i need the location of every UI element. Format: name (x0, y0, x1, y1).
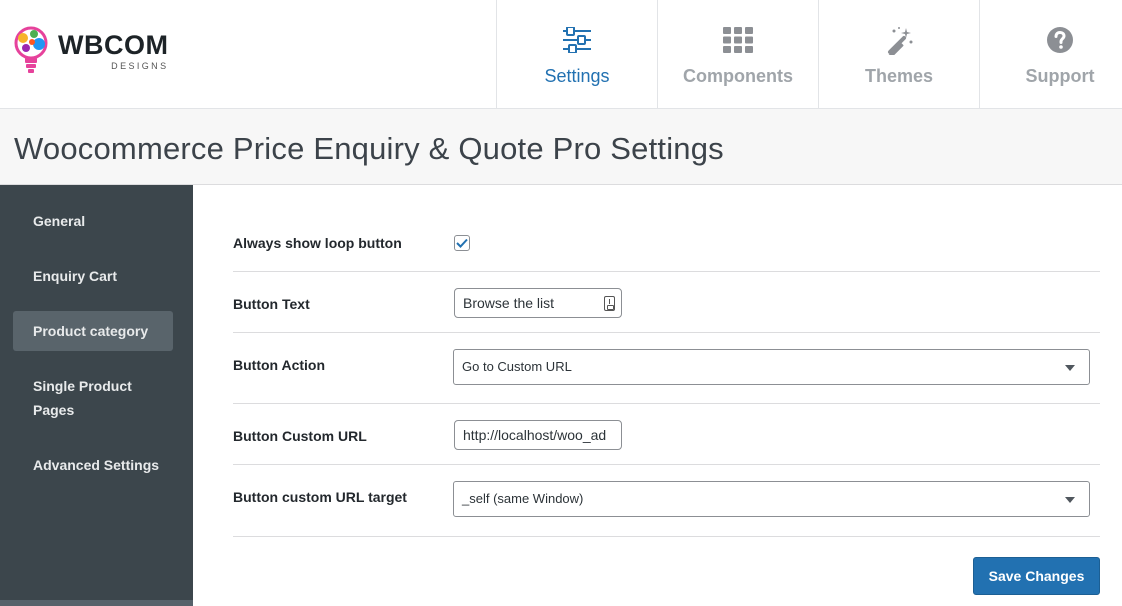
sidebar-item-advanced-settings[interactable]: Advanced Settings (13, 453, 173, 477)
setting-row-button-action: Button Action Go to Custom URL (233, 333, 1100, 404)
sidebar-item-label: Advanced Settings (33, 457, 160, 473)
page-title: Woocommerce Price Enquiry & Quote Pro Se… (14, 131, 724, 166)
button-action-value: Go to Custom URL (462, 359, 572, 374)
settings-panel: Always show loop button Button Text Brow… (193, 185, 1122, 606)
sidebar-scrollbar[interactable] (0, 600, 193, 606)
tab-support[interactable]: Support (979, 0, 1122, 108)
top-header: WBCOM DESIGNS Settings Components Themes… (0, 0, 1122, 109)
tab-support-label: Support (1025, 66, 1095, 86)
sidebar-item-enquiry-cart[interactable]: Enquiry Cart (13, 264, 173, 288)
tab-themes[interactable]: Themes (818, 0, 979, 108)
setting-row-button-text: Button Text Browse the list (233, 272, 1100, 333)
sidebar-item-single-product-pages[interactable]: Single Product Pages (13, 374, 173, 422)
always-show-loop-checkbox[interactable] (454, 235, 470, 251)
sidebar-item-product-category[interactable]: Product category (13, 311, 173, 351)
brand-logo[interactable]: WBCOM DESIGNS (12, 25, 168, 77)
setting-row-always-show-loop: Always show loop button (233, 215, 1100, 272)
brand-name: WBCOM (58, 29, 169, 60)
button-action-select[interactable]: Go to Custom URL (453, 349, 1090, 385)
tab-settings[interactable]: Settings (496, 0, 657, 108)
tab-components-label: Components (683, 66, 793, 86)
title-band: Woocommerce Price Enquiry & Quote Pro Se… (0, 109, 1122, 185)
top-nav: Settings Components Themes Support (496, 0, 1122, 109)
sidebar-item-label: General (33, 213, 86, 229)
field-label: Always show loop button (233, 235, 402, 251)
save-changes-button[interactable]: Save Changes (973, 557, 1100, 595)
magic-wand-icon (883, 24, 915, 56)
button-text-value: Browse the list (463, 295, 555, 311)
sliders-icon (561, 24, 593, 56)
setting-row-button-url-target: Button custom URL target _self (same Win… (233, 465, 1100, 537)
field-label: Button Text (233, 296, 310, 312)
autofill-key-icon[interactable] (604, 296, 615, 311)
question-circle-icon (1044, 24, 1076, 56)
lightbulb-logo-icon (12, 25, 50, 77)
chevron-down-icon (1065, 365, 1075, 371)
button-custom-url-value: http://localhost/woo_ad (463, 427, 607, 443)
sidebar-item-label: Enquiry Cart (33, 268, 118, 284)
field-label: Button Action (233, 357, 326, 373)
brand-tagline: DESIGNS (111, 60, 169, 71)
tab-components[interactable]: Components (657, 0, 818, 108)
checkmark-icon (456, 238, 468, 248)
button-text-input[interactable]: Browse the list (454, 288, 622, 318)
button-url-target-select[interactable]: _self (same Window) (453, 481, 1090, 517)
sidebar-item-label: Product category (33, 323, 149, 339)
tab-settings-label: Settings (544, 66, 610, 86)
chevron-down-icon (1065, 497, 1075, 503)
sidebar-item-label: Single Product Pages (33, 378, 132, 418)
grid-icon (722, 24, 754, 56)
button-custom-url-input[interactable]: http://localhost/woo_ad (454, 420, 622, 450)
sidebar-item-general[interactable]: General (13, 209, 173, 233)
settings-sidebar: General Enquiry Cart Product category Si… (0, 185, 193, 606)
field-label: Button Custom URL (233, 428, 367, 444)
field-label: Button custom URL target (233, 489, 407, 505)
tab-themes-label: Themes (864, 66, 934, 86)
setting-row-button-custom-url: Button Custom URL http://localhost/woo_a… (233, 404, 1100, 465)
button-url-target-value: _self (same Window) (462, 491, 584, 506)
